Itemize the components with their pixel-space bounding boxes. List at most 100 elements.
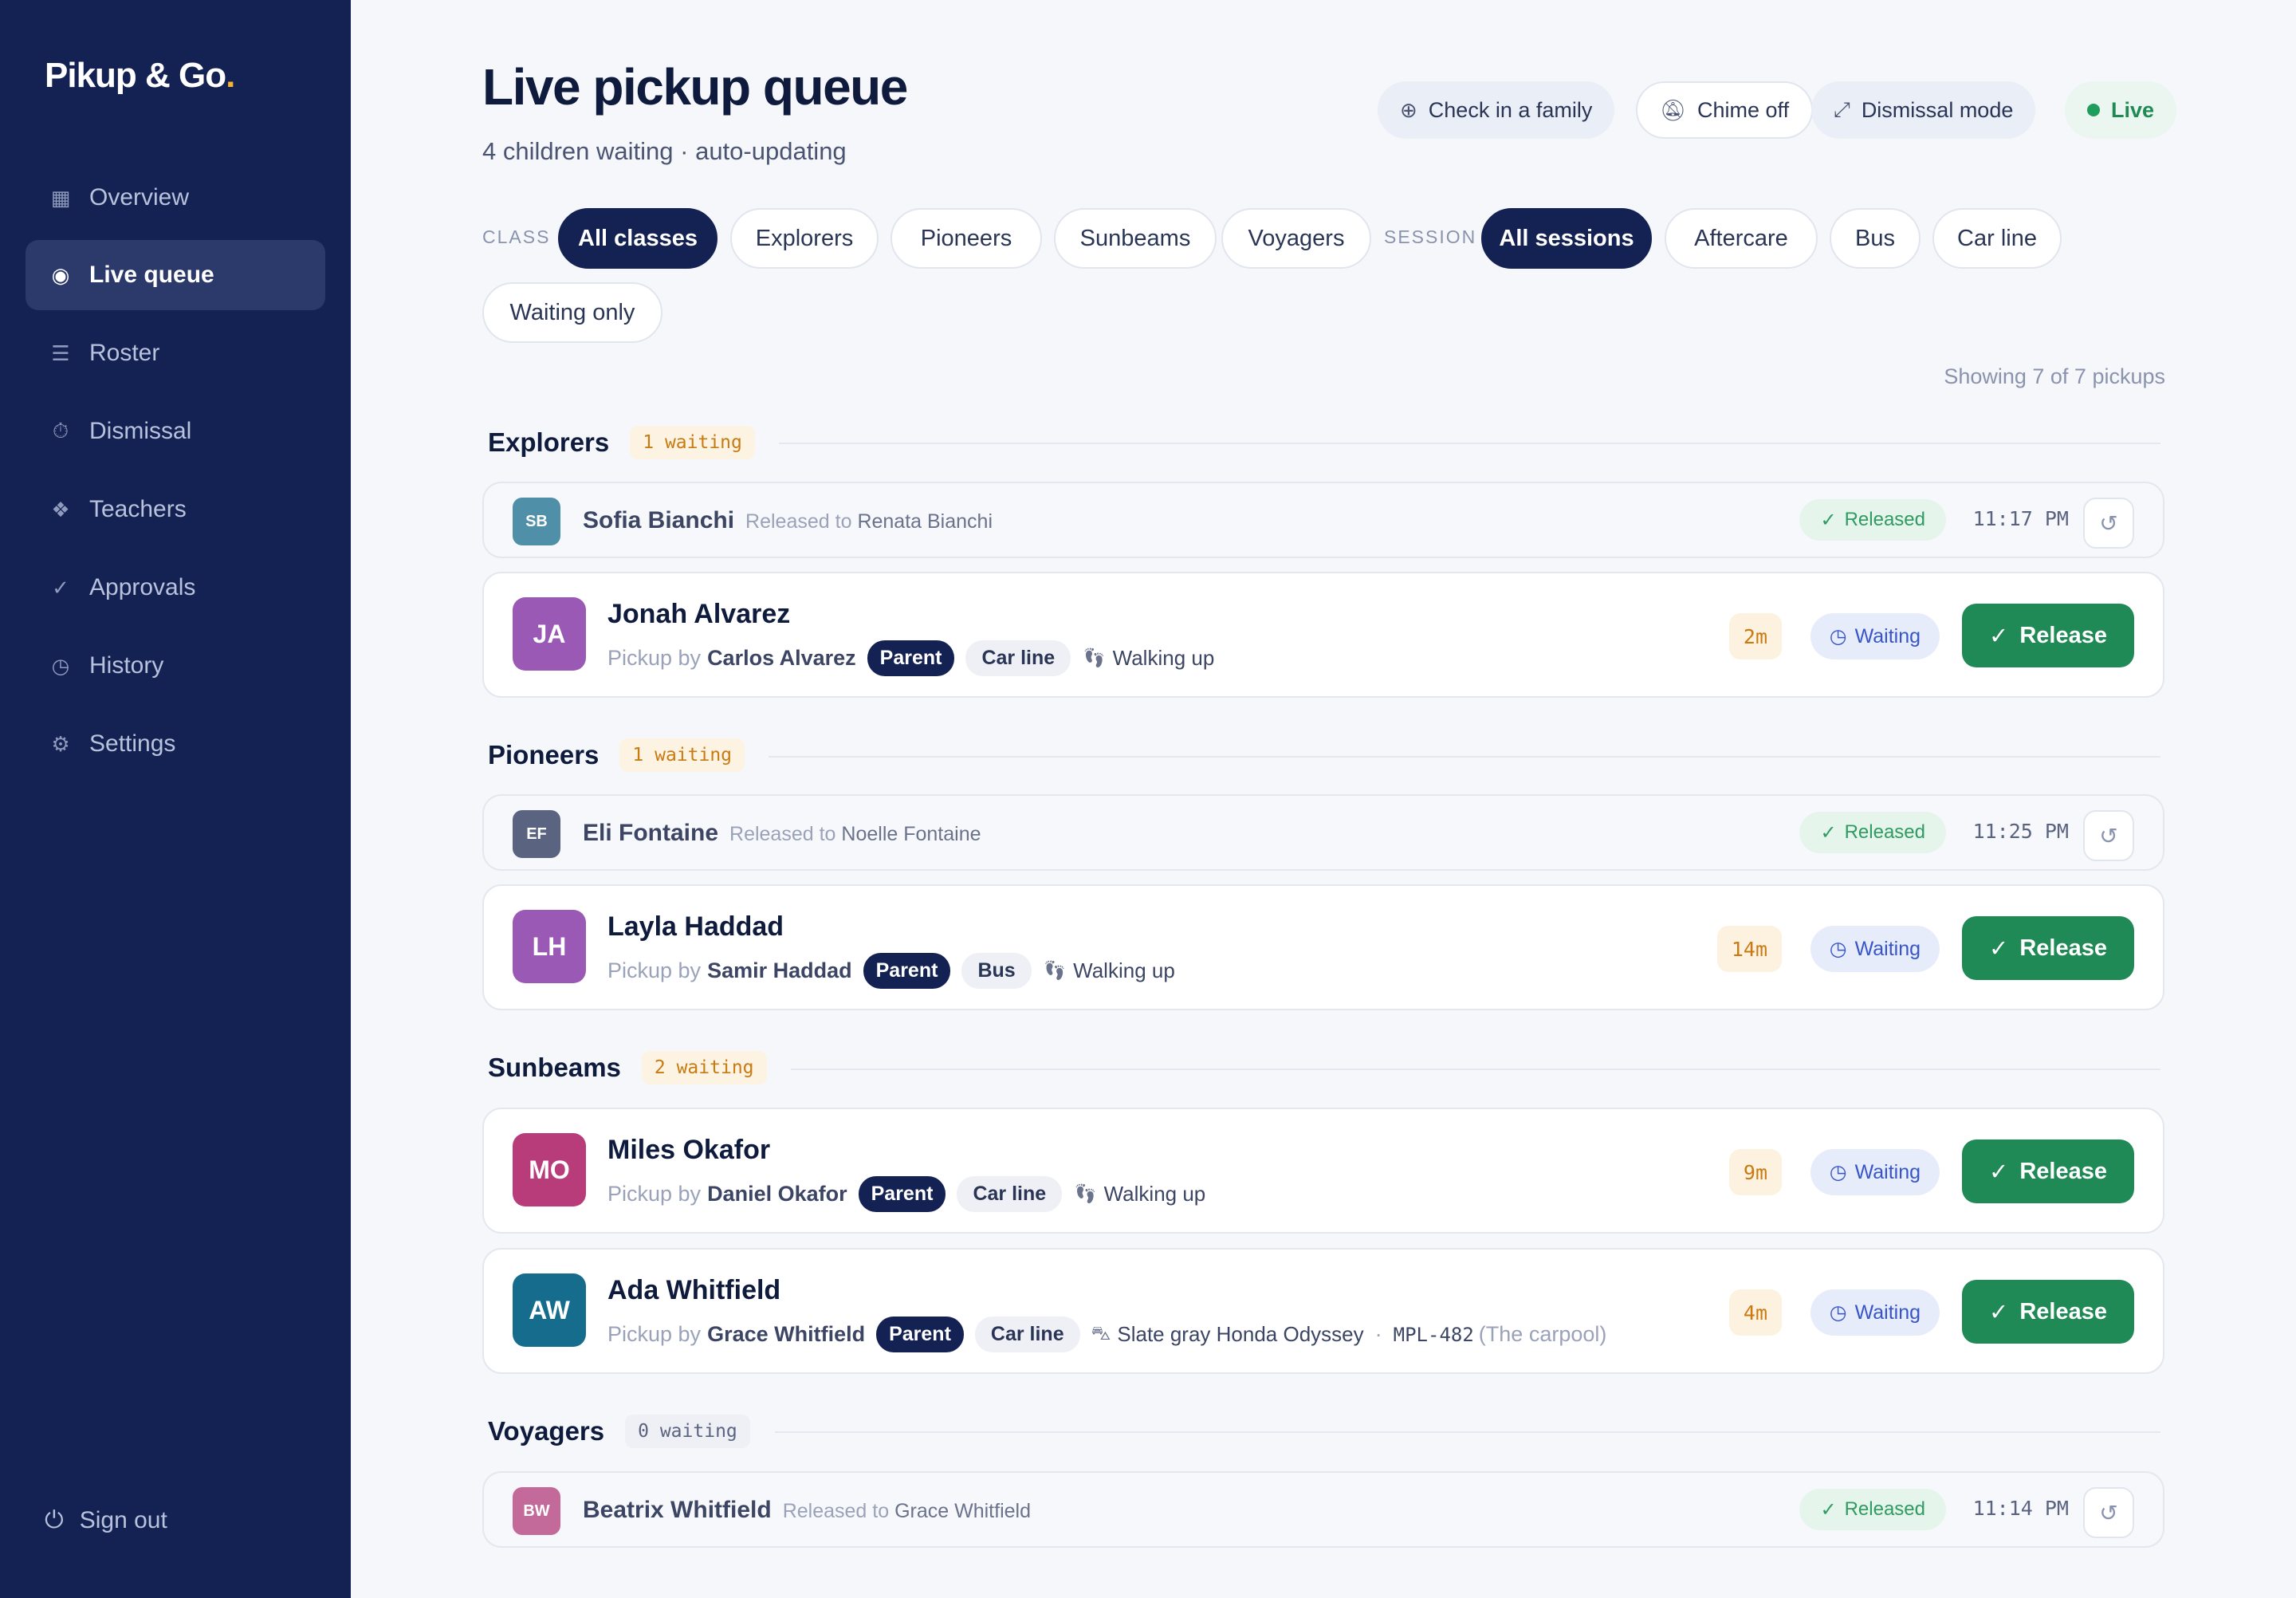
filter-pioneers[interactable]: Pioneers <box>890 208 1042 269</box>
waiting-row: JA Jonah Alvarez Pickup by Carlos Alvarez… <box>482 572 2164 698</box>
footsteps-icon: 👣︎ <box>1073 1183 1098 1205</box>
released-row: EF Eli Fontaine Released to Noelle Fontai… <box>482 794 2164 871</box>
nav-item-dismissal[interactable]: ⏱ Dismissal <box>26 396 325 466</box>
avatar: JA <box>513 597 586 671</box>
release-button[interactable]: ✓ Release <box>1962 1139 2134 1203</box>
live-dot-icon <box>2087 104 2100 116</box>
nav-item-live-queue[interactable]: ◉ Live queue <box>26 240 325 310</box>
wait-time: 14m <box>1716 926 1782 972</box>
role-tag: Parent <box>867 640 955 676</box>
bell-off-icon: 🔕︎ <box>1660 97 1687 122</box>
clock-icon: ◷ <box>1829 1161 1847 1183</box>
filter-bus[interactable]: Bus <box>1830 208 1921 269</box>
undo-release-button[interactable]: ↺ <box>2083 1487 2134 1538</box>
group-header-explorers: Explorers 1 waiting <box>488 426 755 459</box>
divider <box>769 756 2160 758</box>
divider <box>779 443 2160 444</box>
pickup-details: Pickup by Grace Whitfield Parent Car line… <box>607 1317 1606 1352</box>
nav-item-approvals[interactable]: ✓ Approvals <box>26 553 325 623</box>
session-tag: Car line <box>974 1317 1080 1352</box>
waiting-count-badge: 1 waiting <box>619 738 745 772</box>
release-button[interactable]: ✓ Release <box>1962 1280 2134 1344</box>
sign-out-label: Sign out <box>79 1507 167 1533</box>
app-logo[interactable]: Pikup & Go. <box>45 56 235 96</box>
check-icon: ✓ <box>1989 1299 2009 1325</box>
release-time: 11:25 PM <box>1972 820 2069 843</box>
live-status-badge: Live <box>2065 81 2177 139</box>
live-label: Live <box>2111 97 2155 122</box>
filter-all-classes[interactable]: All classes <box>558 208 718 269</box>
check-icon: ✓ <box>1820 821 1837 844</box>
pickup-details: Pickup by Carlos Alvarez Parent Car line … <box>607 640 1214 676</box>
nav-item-overview[interactable]: ▦ Overview <box>26 163 325 233</box>
wait-time: 4m <box>1728 1289 1782 1336</box>
arrival-status: 👣︎ Walking up <box>1073 1182 1206 1206</box>
filter-explorers[interactable]: Explorers <box>730 208 879 269</box>
undo-release-button[interactable]: ↺ <box>2083 810 2134 861</box>
filter-all-sessions[interactable]: All sessions <box>1481 208 1652 269</box>
check-icon: ✓ <box>52 575 69 600</box>
waiting-status-badge: ◷ Waiting <box>1810 1149 1940 1195</box>
page-title: Live pickup queue <box>482 58 908 116</box>
grid-icon: ▦ <box>50 185 71 210</box>
waiting-status-badge: ◷ Waiting <box>1810 926 1940 972</box>
nav-label: Teachers <box>89 496 187 522</box>
clock-icon: ◷ <box>1829 938 1847 960</box>
dismissal-mode-button[interactable]: ⤢ Dismissal mode <box>1811 81 2036 139</box>
undo-release-button[interactable]: ↺ <box>2083 498 2134 549</box>
guardian-name: Samir Haddad <box>707 958 852 982</box>
pickup-details: Pickup by Samir Haddad Parent Bus 👣︎ Walki… <box>607 953 1175 989</box>
nav-label: History <box>89 652 164 679</box>
divider <box>775 1431 2160 1433</box>
role-tag: Parent <box>858 1176 946 1212</box>
release-time: 11:14 PM <box>1972 1497 2069 1520</box>
filter-sunbeams[interactable]: Sunbeams <box>1054 208 1217 269</box>
nav-item-teachers[interactable]: ❖ Teachers <box>26 474 325 545</box>
filter-waiting-only[interactable]: Waiting only <box>482 282 662 343</box>
nav-item-history[interactable]: ◷ History <box>26 631 325 701</box>
release-button[interactable]: ✓ Release <box>1962 916 2134 980</box>
check-icon: ✓ <box>1820 1498 1837 1521</box>
filter-car-line[interactable]: Car line <box>1932 208 2062 269</box>
avatar: LH <box>513 910 586 983</box>
chime-toggle-button[interactable]: 🔕︎ Chime off <box>1636 81 1814 139</box>
release-button[interactable]: ✓ Release <box>1962 604 2134 667</box>
main-content: Live pickup queue 4 children waiting · a… <box>351 0 2296 1598</box>
filter-aftercare[interactable]: Aftercare <box>1665 208 1818 269</box>
check-in-family-button[interactable]: ⊕ Check in a family <box>1378 81 1615 139</box>
group-name: Voyagers <box>488 1416 605 1446</box>
waiting-status-badge: ◷ Waiting <box>1810 1289 1940 1336</box>
filter-voyagers[interactable]: Voyagers <box>1221 208 1371 269</box>
dismissal-label: Dismissal mode <box>1861 97 2014 122</box>
class-filter-label: CLASS <box>482 226 551 247</box>
group-name: Sunbeams <box>488 1053 621 1082</box>
diamond-icon: ❖ <box>51 497 70 522</box>
nav-item-settings[interactable]: ⚙ Settings <box>26 709 325 779</box>
nav-item-roster[interactable]: ☰ Roster <box>26 318 325 388</box>
check-in-label: Check in a family <box>1428 97 1593 122</box>
guardian-name: Daniel Okafor <box>707 1182 847 1206</box>
sign-out-button[interactable]: ⏻ Sign out <box>45 1507 167 1534</box>
student-name: Sofia Bianchi Released to Renata Bianchi <box>583 507 993 533</box>
wait-time: 2m <box>1728 613 1782 659</box>
avatar: MO <box>513 1133 586 1206</box>
student-name: Beatrix Whitfield Released to Grace Whitf… <box>583 1497 1031 1523</box>
student-name: Eli Fontaine Released to Noelle Fontaine <box>583 820 981 846</box>
released-badge: ✓ Released <box>1799 499 1946 541</box>
carpool-note: (The carpool) <box>1478 1322 1607 1346</box>
separator: · <box>1374 1322 1382 1346</box>
guardian-name: Grace Whitfield <box>707 1322 866 1346</box>
arrival-status: 👣︎ Walking up <box>1082 646 1215 670</box>
power-icon: ⏻ <box>45 1507 64 1533</box>
clock-icon: ◷ <box>1829 625 1847 647</box>
waiting-count-badge: 1 waiting <box>630 426 755 459</box>
nav-label: Approvals <box>89 574 196 600</box>
pickup-details: Pickup by Daniel Okafor Parent Car line 👣… <box>607 1176 1205 1212</box>
student-name: Jonah Alvarez <box>607 599 791 629</box>
nav-label: Overview <box>89 184 190 211</box>
clock-icon: ◷ <box>51 653 70 678</box>
guardian-name: Carlos Alvarez <box>707 646 856 670</box>
nav-label: Roster <box>89 340 160 366</box>
page-subtitle: 4 children waiting · auto-updating <box>482 137 847 165</box>
released-row: BW Beatrix Whitfield Released to Grace Wh… <box>482 1471 2164 1548</box>
